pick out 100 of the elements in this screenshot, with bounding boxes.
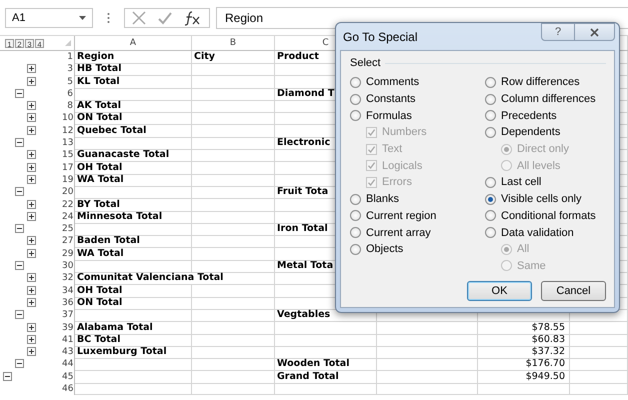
expand-button[interactable] <box>27 150 36 160</box>
radio-button[interactable] <box>485 210 496 222</box>
expand-button[interactable] <box>27 334 36 344</box>
row-header[interactable]: 10 <box>62 112 75 126</box>
table-cell: WA Total <box>75 174 192 187</box>
expand-button[interactable] <box>27 162 36 172</box>
expand-button[interactable] <box>27 273 36 282</box>
table-cell <box>570 358 628 372</box>
table-cell: Alabama Total <box>75 322 192 335</box>
row-header[interactable]: 46 <box>62 383 75 396</box>
table-cell: $176.70 <box>478 358 570 372</box>
row-header[interactable]: 15 <box>62 149 75 162</box>
row-header[interactable]: 29 <box>62 248 75 261</box>
column-header[interactable]: B <box>192 36 275 50</box>
ok-button[interactable]: OK <box>467 281 532 301</box>
row-header[interactable]: 41 <box>62 334 75 347</box>
radio-button[interactable] <box>350 227 361 238</box>
radio-button[interactable] <box>350 210 361 222</box>
expand-button[interactable] <box>27 347 36 356</box>
table-cell: Minnesota Total <box>75 210 192 224</box>
radio-button[interactable] <box>485 76 496 88</box>
expand-button[interactable] <box>27 113 36 122</box>
help-button[interactable]: ? <box>541 23 575 41</box>
row-header[interactable]: 12 <box>62 124 75 138</box>
radio-button[interactable] <box>485 176 496 188</box>
radio-button[interactable] <box>350 194 361 205</box>
table-cell: Quebec Total <box>75 124 192 138</box>
collapse-button[interactable] <box>15 88 24 98</box>
row-header[interactable]: 24 <box>62 210 75 224</box>
row-header[interactable]: 36 <box>62 296 75 310</box>
option-label: All levels <box>517 160 560 172</box>
column-header[interactable]: A <box>75 36 192 50</box>
expand-button[interactable] <box>27 298 36 307</box>
collapse-button[interactable] <box>15 138 24 148</box>
radio-button[interactable] <box>485 194 496 205</box>
row-header[interactable]: 30 <box>62 260 75 274</box>
radio-button[interactable] <box>485 110 496 122</box>
expand-button[interactable] <box>27 212 36 221</box>
expand-button[interactable] <box>27 200 36 209</box>
collapse-button[interactable] <box>15 359 24 368</box>
table-cell: OH Total <box>75 284 192 298</box>
table-cell <box>570 383 628 396</box>
table-cell: OH Total <box>75 162 192 175</box>
row-header[interactable]: 22 <box>62 198 75 212</box>
table-cell: Baden Total <box>75 235 192 248</box>
collapse-button[interactable] <box>15 310 24 320</box>
option-label: Objects <box>366 243 404 256</box>
row-header[interactable]: 13 <box>62 137 75 150</box>
close-button[interactable] <box>575 23 615 41</box>
table-cell: $37.32 <box>478 346 570 360</box>
option-label: Current region <box>366 210 436 222</box>
table-cell: BC Total <box>75 334 192 347</box>
option-label: Last cell <box>501 176 542 188</box>
table-cell <box>570 370 628 384</box>
radio-button[interactable] <box>350 244 361 255</box>
radio-button[interactable] <box>485 227 496 238</box>
radio-button[interactable] <box>485 126 496 138</box>
row-header[interactable]: 32 <box>62 272 75 286</box>
expand-button[interactable] <box>27 236 36 246</box>
expand-button[interactable] <box>27 64 36 74</box>
table-cell: Comunitat Valenciana Total <box>75 272 275 286</box>
cancel-button[interactable]: Cancel <box>541 281 606 301</box>
radio-button[interactable] <box>350 110 361 122</box>
collapse-button[interactable] <box>3 372 12 381</box>
collapse-button[interactable] <box>15 187 24 196</box>
close-icon[interactable] <box>590 28 599 36</box>
expand-button[interactable] <box>27 126 36 135</box>
expand-button[interactable] <box>27 322 36 332</box>
radio-button[interactable] <box>485 94 496 105</box>
radio-button[interactable] <box>350 76 361 88</box>
table-cell: ON Total <box>75 296 192 310</box>
table-cell: WA Total <box>75 248 192 261</box>
table-cell: $60.83 <box>478 334 570 347</box>
row-header[interactable]: 25 <box>62 223 75 236</box>
row-header[interactable]: 44 <box>62 358 75 372</box>
row-header[interactable]: 19 <box>62 174 75 187</box>
check-icon[interactable] <box>157 10 173 26</box>
expand-button[interactable] <box>27 101 36 110</box>
option-label: All <box>517 243 530 256</box>
row-header[interactable]: 45 <box>62 370 75 384</box>
option-label: Data validation <box>501 226 574 239</box>
row-header[interactable]: 17 <box>62 162 75 175</box>
row-header[interactable]: 39 <box>62 322 75 335</box>
option-label: Precedents <box>501 110 557 122</box>
row-header[interactable]: 37 <box>62 309 75 322</box>
radio-button[interactable] <box>350 94 361 105</box>
table-cell: KL Total <box>75 76 192 89</box>
row-header[interactable]: 43 <box>62 346 75 360</box>
name-box[interactable]: A1 <box>5 8 93 28</box>
expand-button[interactable] <box>27 286 36 295</box>
table-cell: HB Total <box>75 63 192 76</box>
expand-button[interactable] <box>27 174 36 184</box>
collapse-button[interactable] <box>15 224 24 234</box>
row-header[interactable]: 20 <box>62 186 75 200</box>
option-label: Dependents <box>501 126 560 138</box>
expand-button[interactable] <box>27 248 36 258</box>
row-header[interactable]: 27 <box>62 235 75 248</box>
expand-button[interactable] <box>27 76 36 86</box>
collapse-button[interactable] <box>15 261 24 270</box>
row-header[interactable]: 34 <box>62 284 75 298</box>
